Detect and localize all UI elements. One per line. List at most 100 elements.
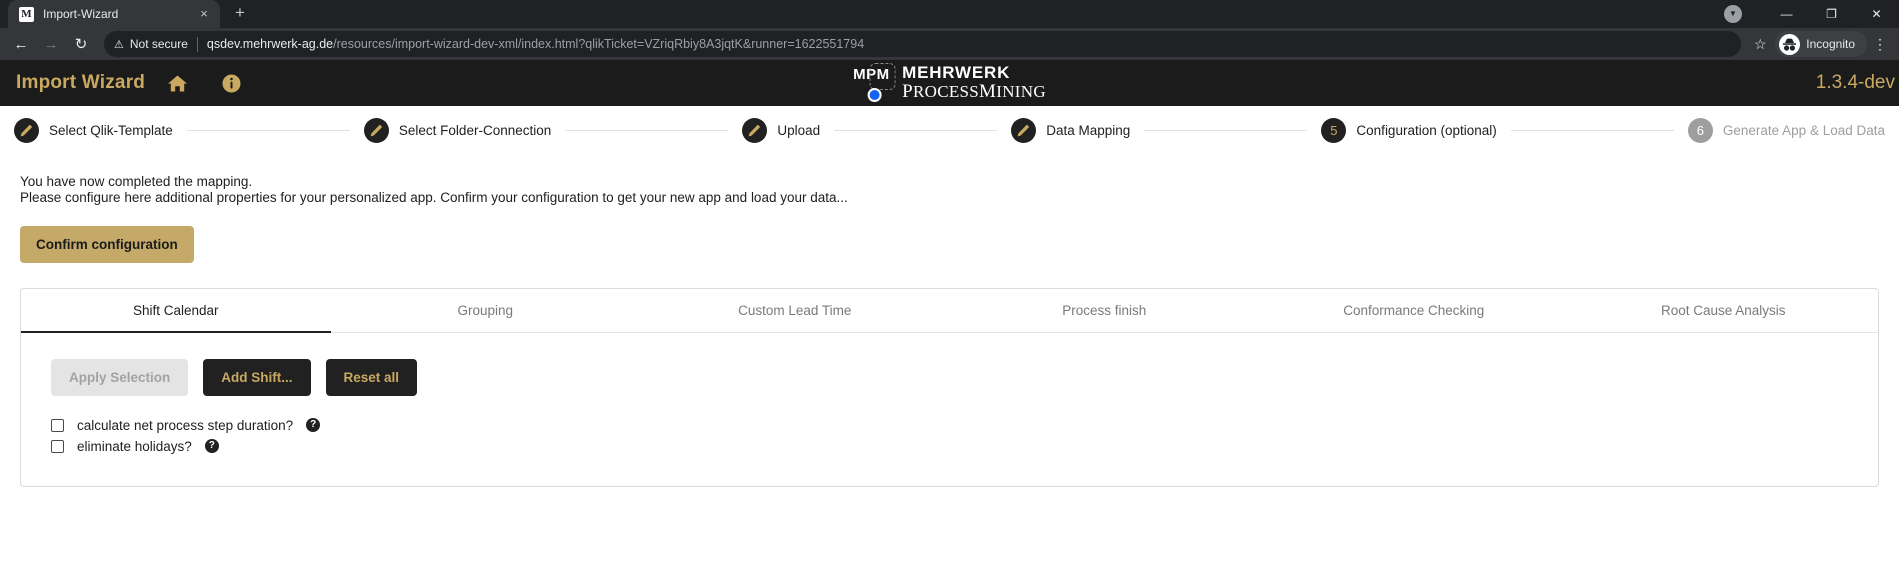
configuration-tabs: Shift Calendar Grouping Custom Lead Time…	[21, 289, 1878, 333]
incognito-icon	[1779, 33, 1801, 55]
reset-all-button[interactable]: Reset all	[325, 358, 418, 396]
step-marker	[742, 118, 768, 143]
reload-icon[interactable]: ↻	[66, 29, 96, 59]
eliminate-holidays-checkbox[interactable]	[51, 439, 64, 453]
add-shift-button[interactable]: Add Shift...	[203, 358, 311, 396]
tab-conformance-checking[interactable]: Conformance Checking	[1259, 289, 1569, 332]
logo-box-shape	[869, 63, 896, 90]
back-icon[interactable]: ←	[6, 29, 36, 59]
calculate-net-duration-label: calculate net process step duration?	[77, 417, 294, 433]
version-label: 1.3.4-dev	[1815, 72, 1895, 93]
logo-ining: INING	[996, 81, 1046, 101]
intro-line-2: Please configure here additional propert…	[20, 190, 848, 206]
tab-strip: M Import-Wizard × + ▼ — ❐ ✕	[0, 0, 1899, 28]
browser-chrome: M Import-Wizard × + ▼ — ❐ ✕ ← → ↻ ⚠ Not …	[0, 0, 1899, 60]
tab-custom-lead-time[interactable]: Custom Lead Time	[640, 289, 950, 332]
net-duration-option-row: calculate net process step duration? ?	[51, 418, 1848, 433]
maximize-icon[interactable]: ❐	[1809, 0, 1854, 28]
step-connector	[1144, 130, 1308, 131]
address-bar: ← → ↻ ⚠ Not secure qsdev.mehrwerk-ag.de/…	[0, 28, 1899, 60]
divider	[196, 36, 198, 52]
step-connector	[834, 130, 998, 131]
tab-favicon: M	[19, 6, 34, 22]
step-label: Configuration (optional)	[1356, 123, 1497, 138]
step-select-qlik-template[interactable]: Select Qlik-Template	[14, 118, 173, 143]
warning-icon: ⚠	[114, 38, 124, 51]
omnibox[interactable]: ⚠ Not secure qsdev.mehrwerk-ag.de/resour…	[104, 31, 1742, 57]
logo-dot-shape	[867, 88, 882, 102]
step-marker	[363, 118, 389, 143]
intro-line-1: You have now completed the mapping.	[20, 174, 253, 189]
wizard-stepper: Select Qlik-Template Select Folder-Conne…	[0, 106, 1899, 156]
action-button-row: Apply Selection Add Shift... Reset all	[51, 358, 1848, 396]
logo-mark: MPM	[853, 63, 896, 103]
apply-selection-button: Apply Selection	[51, 358, 189, 396]
home-glyph	[168, 75, 188, 91]
incognito-glyph	[1783, 38, 1797, 51]
pencil-icon	[370, 124, 383, 137]
pencil-icon	[748, 124, 761, 137]
step-upload[interactable]: Upload	[742, 118, 820, 143]
tab-process-finish[interactable]: Process finish	[950, 289, 1260, 332]
logo-wordmark: MEHRWERK PROCESSMINING	[902, 64, 1046, 102]
step-number: 5	[1330, 123, 1338, 138]
browser-menu-icon[interactable]: ⋮	[1867, 36, 1893, 53]
close-icon[interactable]: ×	[196, 6, 212, 22]
step-connector	[565, 130, 729, 131]
app-header: Import Wizard MPM MEHRWERK PROCESSMINING…	[0, 60, 1899, 106]
step-select-folder-connection[interactable]: Select Folder-Connection	[363, 118, 551, 143]
eliminate-holidays-label: eliminate holidays?	[77, 438, 192, 454]
mehrwerk-logo: MPM MEHRWERK PROCESSMINING	[853, 63, 1046, 103]
url-host: qsdev.mehrwerk-ag.de	[206, 37, 334, 51]
minimize-icon[interactable]: —	[1764, 0, 1809, 28]
eliminate-holidays-option-row: eliminate holidays? ?	[51, 439, 1848, 454]
url-path: /resources/import-wizard-dev-xml/index.h…	[333, 37, 865, 51]
shift-calendar-panel: Apply Selection Add Shift... Reset all c…	[21, 333, 1878, 454]
tab-grouping[interactable]: Grouping	[331, 289, 641, 332]
step-label: Select Qlik-Template	[49, 123, 173, 138]
step-label: Upload	[777, 123, 821, 138]
main-content: You have now completed the mapping. Plea…	[0, 156, 1899, 263]
bookmark-star-icon[interactable]: ☆	[1747, 36, 1773, 53]
step-label: Data Mapping	[1046, 123, 1131, 138]
step-data-mapping[interactable]: Data Mapping	[1011, 118, 1130, 143]
logo-p: P	[902, 80, 913, 102]
window-close-icon[interactable]: ✕	[1854, 0, 1899, 28]
step-marker	[1011, 118, 1037, 143]
security-status[interactable]: Not secure	[130, 37, 188, 51]
pencil-icon	[20, 124, 33, 137]
calculate-net-duration-checkbox[interactable]	[51, 418, 64, 432]
step-label: Generate App & Load Data	[1722, 123, 1885, 138]
logo-rocess: ROCESS	[912, 81, 980, 101]
window-controls: ▼ — ❐ ✕	[1724, 0, 1899, 28]
tab-root-cause-analysis[interactable]: Root Cause Analysis	[1569, 289, 1879, 332]
tab-shift-calendar[interactable]: Shift Calendar	[21, 289, 331, 333]
home-icon[interactable]	[167, 74, 188, 93]
logo-m: M	[979, 80, 997, 102]
tab-title: Import-Wizard	[43, 7, 119, 21]
step-connector	[1510, 130, 1674, 131]
logo-line-processmining: PROCESSMINING	[902, 80, 1046, 102]
info-glyph	[222, 74, 241, 92]
help-icon[interactable]: ?	[204, 439, 219, 454]
help-icon[interactable]: ?	[306, 418, 321, 433]
confirm-configuration-button[interactable]: Confirm configuration	[20, 225, 194, 263]
incognito-indicator[interactable]: Incognito	[1775, 31, 1867, 57]
chevron-down-icon[interactable]: ▼	[1724, 5, 1742, 23]
step-marker	[14, 118, 39, 143]
step-connector	[186, 130, 350, 131]
info-icon[interactable]	[222, 74, 241, 93]
step-configuration[interactable]: 5 Configuration (optional)	[1321, 118, 1497, 143]
browser-tab[interactable]: M Import-Wizard ×	[8, 0, 220, 28]
step-marker: 5	[1321, 118, 1347, 143]
configuration-card: Shift Calendar Grouping Custom Lead Time…	[20, 287, 1879, 487]
incognito-label: Incognito	[1806, 37, 1855, 51]
new-tab-button[interactable]: +	[226, 0, 254, 28]
logo-line-mehrwerk: MEHRWERK	[902, 63, 1011, 83]
step-marker: 6	[1687, 118, 1713, 143]
step-number: 6	[1696, 123, 1704, 138]
app-title: Import Wizard	[16, 72, 146, 93]
pencil-icon	[1017, 124, 1030, 137]
step-generate-app: 6 Generate App & Load Data	[1687, 118, 1885, 143]
forward-icon: →	[43, 35, 59, 53]
